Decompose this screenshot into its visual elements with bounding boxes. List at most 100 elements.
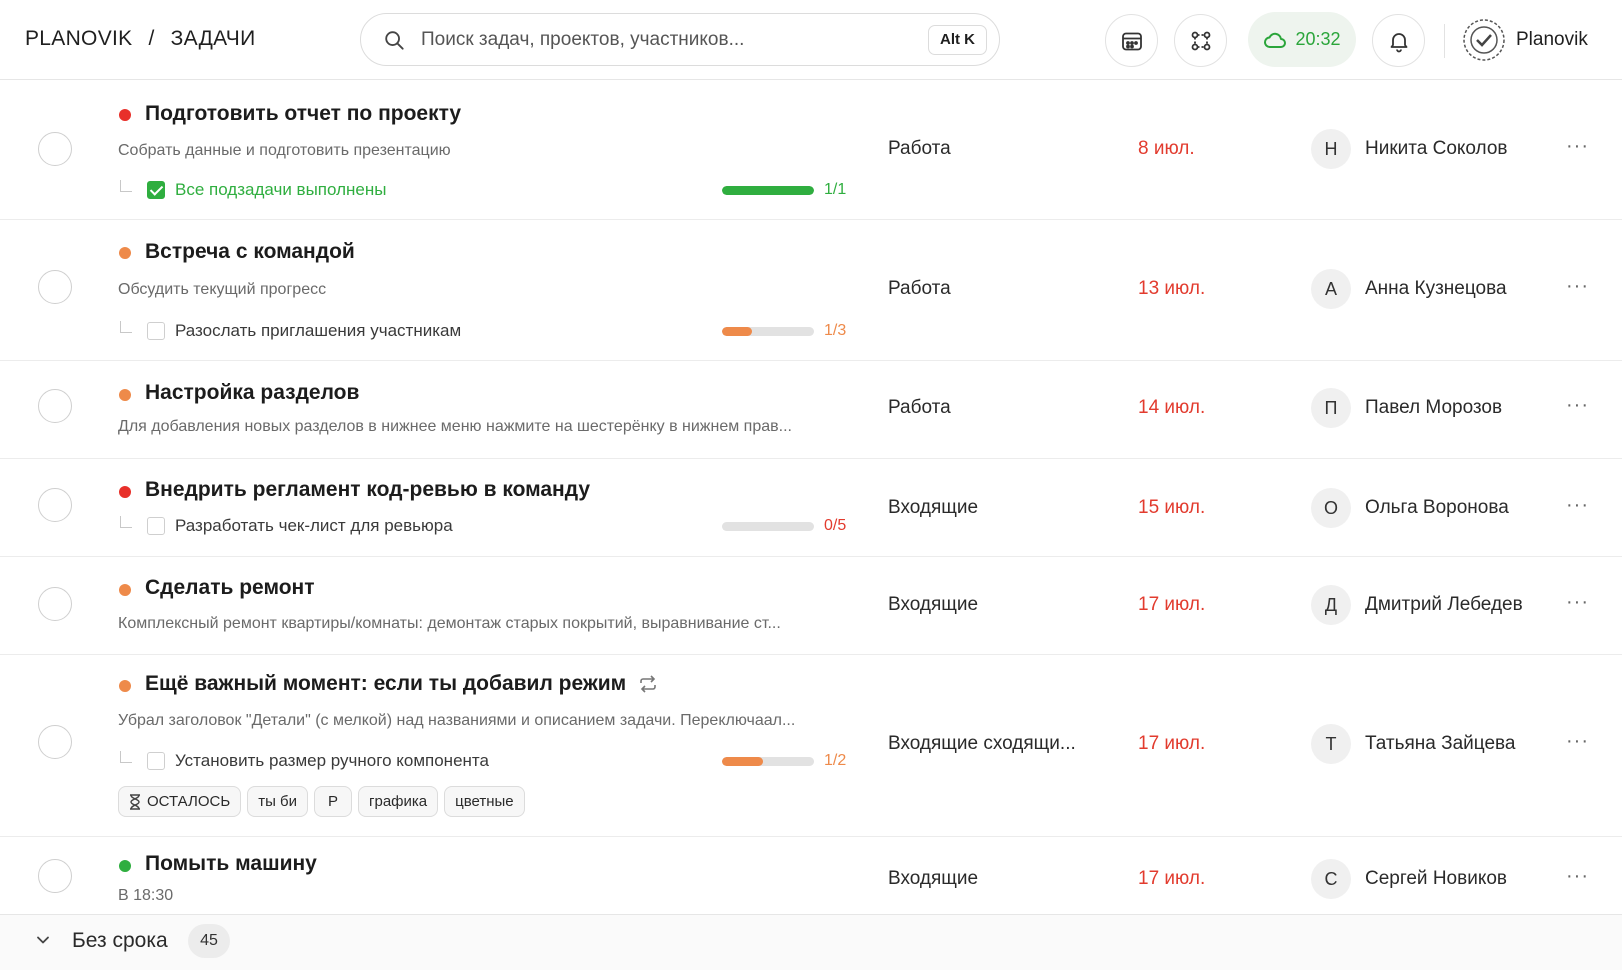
assignee-avatar: А bbox=[1311, 269, 1351, 309]
more-options-button[interactable]: ··· bbox=[1566, 135, 1589, 158]
subtask-progress-bar bbox=[722, 757, 814, 766]
table-row[interactable]: Внедрить регламент код-ревью в команду Р… bbox=[0, 459, 1622, 557]
task-project[interactable]: Работа bbox=[888, 397, 951, 419]
table-row[interactable]: Помыть машину В 18:30 Входящие 17 июл. С… bbox=[0, 837, 1622, 914]
task-due-date[interactable]: 8 июл. bbox=[1138, 138, 1195, 160]
more-options-button[interactable]: ··· bbox=[1566, 865, 1589, 888]
task-assignee[interactable]: Ольга Воронова bbox=[1365, 497, 1509, 519]
task-project[interactable]: Входящие bbox=[888, 868, 978, 890]
more-options-button[interactable]: ··· bbox=[1566, 275, 1589, 298]
task-description: Обсудить текущий прогресс bbox=[118, 281, 327, 298]
group-header-no-due-date[interactable]: Без срока 45 bbox=[0, 914, 1622, 970]
task-complete-checkbox[interactable] bbox=[38, 270, 72, 304]
notifications-button[interactable] bbox=[1372, 14, 1425, 67]
priority-dot bbox=[119, 584, 131, 596]
assignee-avatar: Н bbox=[1311, 129, 1351, 169]
assignee-avatar: П bbox=[1311, 388, 1351, 428]
search-input[interactable]: Поиск задач, проектов, участников... Alt… bbox=[360, 13, 1000, 66]
subtask-label: Установить размер ручного компонента bbox=[175, 751, 489, 770]
task-assignee[interactable]: Павел Морозов bbox=[1365, 397, 1502, 419]
table-row[interactable]: Встреча с командой Обсудить текущий прог… bbox=[0, 220, 1622, 361]
priority-dot bbox=[119, 389, 131, 401]
table-row[interactable]: Настройка разделов Для добавления новых … bbox=[0, 361, 1622, 459]
tag-remaining[interactable]: ОСТАЛОСЬ bbox=[118, 786, 242, 817]
task-title[interactable]: Внедрить регламент код-ревью в команду bbox=[145, 478, 590, 502]
repeat-icon bbox=[640, 675, 657, 693]
user-menu[interactable]: Planovik bbox=[1462, 18, 1588, 62]
subtask-label: Разослать приглашения участникам bbox=[175, 321, 462, 340]
subtask-checkbox[interactable] bbox=[147, 322, 165, 340]
more-options-button[interactable]: ··· bbox=[1566, 494, 1589, 517]
subtask-progress-bar bbox=[722, 522, 814, 531]
task-complete-checkbox[interactable] bbox=[38, 488, 72, 522]
hourglass-icon bbox=[130, 793, 140, 810]
table-row[interactable]: Подготовить отчет по проекту Собрать дан… bbox=[0, 80, 1622, 220]
breadcrumb-separator: / bbox=[148, 27, 155, 50]
assignee-avatar: О bbox=[1311, 488, 1351, 528]
task-title[interactable]: Сделать ремонт bbox=[145, 576, 315, 600]
subtask-connector bbox=[120, 751, 132, 763]
task-due-date[interactable]: 14 июл. bbox=[1138, 397, 1205, 419]
task-complete-checkbox[interactable] bbox=[38, 725, 72, 759]
subtask-checkbox[interactable] bbox=[147, 181, 165, 199]
subtask-connector bbox=[120, 516, 132, 528]
task-project[interactable]: Входящие сходящи... bbox=[888, 733, 1076, 755]
task-assignee[interactable]: Татьяна Зайцева bbox=[1365, 733, 1515, 755]
task-complete-checkbox[interactable] bbox=[38, 132, 72, 166]
chevron-down-icon[interactable] bbox=[36, 933, 50, 947]
task-due-date[interactable]: 13 июл. bbox=[1138, 278, 1205, 300]
priority-dot bbox=[119, 860, 131, 872]
bell-icon bbox=[1390, 32, 1407, 52]
sync-time: 20:32 bbox=[1295, 29, 1341, 49]
task-project[interactable]: Работа bbox=[888, 138, 951, 160]
top-bar: PLANOVIK / ЗАДАЧИ Поиск задач, проектов,… bbox=[0, 0, 1622, 80]
more-options-button[interactable]: ··· bbox=[1566, 394, 1589, 417]
more-options-button[interactable]: ··· bbox=[1566, 730, 1589, 753]
cloud-sync-icon bbox=[1264, 32, 1287, 48]
task-due-date[interactable]: 17 июл. bbox=[1138, 733, 1205, 755]
task-due-date[interactable]: 15 июл. bbox=[1138, 497, 1205, 519]
task-title[interactable]: Помыть машину bbox=[145, 852, 317, 876]
subtask-progress-count: 1/2 bbox=[824, 752, 847, 769]
task-title[interactable]: Подготовить отчет по проекту bbox=[145, 102, 461, 126]
subtask-row: Разработать чек-лист для ревьюра bbox=[120, 516, 453, 536]
task-title[interactable]: Встреча с командой bbox=[145, 240, 355, 264]
table-row[interactable]: Сделать ремонт Комплексный ремонт кварти… bbox=[0, 557, 1622, 655]
task-due-date[interactable]: 17 июл. bbox=[1138, 594, 1205, 616]
priority-dot bbox=[119, 486, 131, 498]
task-assignee[interactable]: Дмитрий Лебедев bbox=[1365, 594, 1523, 616]
task-assignee[interactable]: Никита Соколов bbox=[1365, 138, 1508, 160]
task-title[interactable]: Ещё важный момент: если ты добавил режим bbox=[145, 672, 626, 696]
brand-link[interactable]: PLANOVIK bbox=[25, 27, 132, 51]
priority-dot bbox=[119, 109, 131, 121]
tag-item[interactable]: Р bbox=[314, 786, 353, 817]
task-complete-checkbox[interactable] bbox=[38, 389, 72, 423]
tag-item[interactable]: графика bbox=[358, 786, 439, 817]
task-assignee[interactable]: Анна Кузнецова bbox=[1365, 278, 1507, 300]
task-due-date[interactable]: 17 июл. bbox=[1138, 868, 1205, 890]
subtask-checkbox[interactable] bbox=[147, 752, 165, 770]
task-title[interactable]: Настройка разделов bbox=[145, 381, 359, 405]
subtask-progress-count: 1/3 bbox=[824, 322, 847, 339]
integrations-button[interactable] bbox=[1174, 14, 1227, 67]
task-project[interactable]: Работа bbox=[888, 278, 951, 300]
task-complete-checkbox[interactable] bbox=[38, 587, 72, 621]
subtask-connector bbox=[120, 321, 132, 333]
tag-item[interactable]: цветные bbox=[444, 786, 525, 817]
task-project[interactable]: Входящие bbox=[888, 497, 978, 519]
subtask-checkbox[interactable] bbox=[147, 517, 165, 535]
task-complete-checkbox[interactable] bbox=[38, 859, 72, 893]
table-row[interactable]: Ещё важный момент: если ты добавил режим… bbox=[0, 655, 1622, 837]
task-description: Комплексный ремонт квартиры/комнаты: дем… bbox=[118, 615, 781, 632]
sync-status-button[interactable]: 20:32 bbox=[1248, 12, 1356, 67]
more-options-button[interactable]: ··· bbox=[1566, 591, 1589, 614]
calendar-button[interactable] bbox=[1105, 14, 1158, 67]
tag-item[interactable]: ты би bbox=[247, 786, 308, 817]
header-divider bbox=[1444, 24, 1445, 58]
calendar-icon bbox=[1121, 32, 1142, 50]
task-project[interactable]: Входящие bbox=[888, 594, 978, 616]
priority-dot bbox=[119, 247, 131, 259]
user-name: Planovik bbox=[1516, 29, 1588, 50]
task-assignee[interactable]: Сергей Новиков bbox=[1365, 868, 1507, 890]
subtask-row: Разослать приглашения участникам bbox=[120, 321, 461, 341]
